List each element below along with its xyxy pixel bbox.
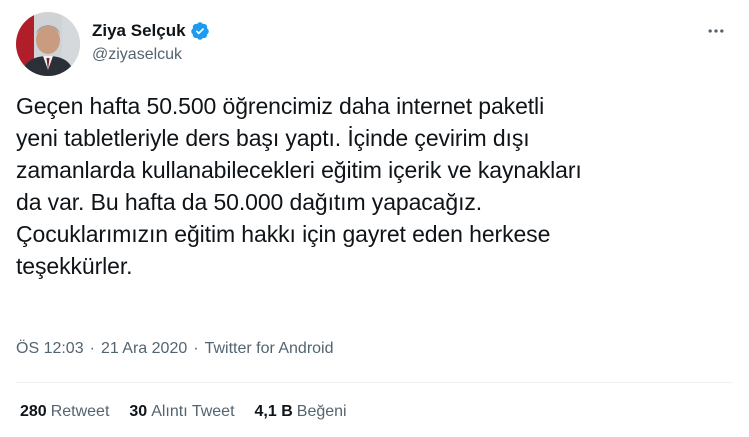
author-names: Ziya Selçuk @ziyaselcuk	[92, 20, 210, 64]
tweet-date[interactable]: 21 Ara 2020	[101, 340, 187, 358]
quotes-count: 30	[129, 403, 148, 420]
quotes-label: Alıntı Tweet	[151, 403, 235, 420]
likes-stat[interactable]: 4,1 B Beğeni	[255, 403, 347, 421]
retweets-label: Retweet	[50, 403, 110, 420]
quotes-stat[interactable]: 30 Alıntı Tweet	[129, 403, 234, 421]
tweet-meta: ÖS 12:03 · 21 Ara 2020 · Twitter for And…	[16, 338, 334, 360]
tweet-source[interactable]: Twitter for Android	[205, 340, 334, 358]
handle[interactable]: @ziyaselcuk	[92, 46, 210, 64]
display-name[interactable]: Ziya Selçuk	[92, 21, 186, 41]
tweet-header: Ziya Selçuk @ziyaselcuk	[16, 12, 733, 76]
likes-label: Beğeni	[296, 403, 347, 420]
likes-count: 4,1 B	[254, 403, 293, 420]
more-options-icon[interactable]	[703, 18, 729, 44]
meta-separator: ·	[193, 340, 199, 357]
avatar-photo	[16, 12, 80, 76]
tweet-stats: 280 Retweet 30 Alıntı Tweet 4,1 B Beğeni	[20, 401, 367, 423]
tweet-time[interactable]: ÖS 12:03	[16, 340, 84, 358]
tweet-text: Geçen hafta 50.500 öğrencimiz daha inter…	[16, 93, 582, 279]
display-name-row: Ziya Selçuk	[92, 20, 210, 42]
divider	[16, 382, 733, 383]
meta-separator: ·	[89, 340, 95, 357]
tweet-card: Ziya Selçuk @ziyaselcuk Geçen hafta 50.5…	[0, 0, 749, 437]
retweets-count: 280	[20, 403, 47, 420]
verified-badge-icon	[190, 21, 210, 41]
avatar[interactable]	[16, 12, 80, 76]
retweets-stat[interactable]: 280 Retweet	[20, 403, 109, 421]
